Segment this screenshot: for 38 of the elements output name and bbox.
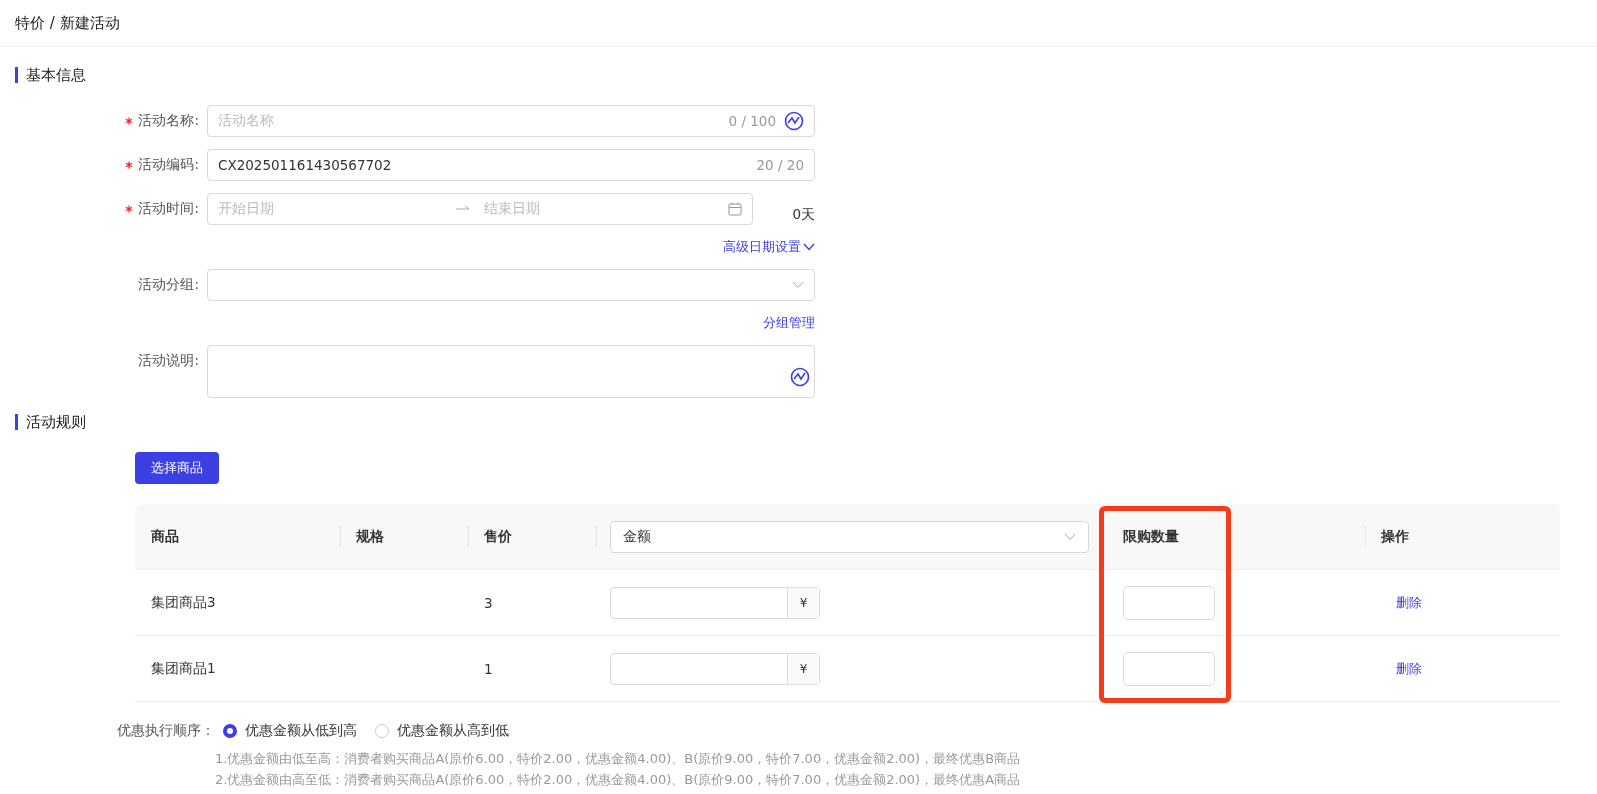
amount-input[interactable]: ¥ (610, 652, 820, 685)
column-header: 售价 (484, 527, 512, 546)
column-header: 商品 (151, 527, 179, 546)
placeholder: 结束日期 (484, 200, 540, 218)
section-title: 活动规则 (26, 412, 86, 432)
breadcrumb: 特价 / 新建活动 (15, 13, 120, 33)
group-management-link[interactable]: 分组管理 (763, 314, 815, 332)
text-field[interactable]: CX202501161430567702 20 / 20 (207, 149, 815, 181)
section-title: 基本信息 (26, 65, 86, 85)
hint-text: 1.优惠金额由低至高：消费者购买商品A(原价6.00，特价2.00，优惠金额4.00)、B(原价9.00，特价7.00，优惠金额2.00)，最终优惠B商品 (215, 750, 1022, 768)
delete-link[interactable]: 删除 (1396, 593, 1422, 612)
field-label: 活动说明: (138, 352, 199, 370)
field-label: 活动编码: (138, 156, 199, 174)
table-cell: 集团商品3 (151, 593, 216, 612)
amount-input[interactable]: ¥ (610, 586, 820, 619)
table-cell: 3 (484, 594, 493, 611)
table-cell: 集团商品1 (151, 659, 216, 678)
day-count: 0天 (792, 205, 815, 224)
field-label: 活动名称: (138, 112, 199, 130)
field-label: 活动分组: (138, 276, 199, 294)
radio-option[interactable]: 优惠金额从高到低 (375, 722, 509, 740)
field-label: 活动时间: (138, 200, 199, 218)
radio-option[interactable]: 优惠金额从低到高 (223, 722, 357, 740)
placeholder: 活动名称 (218, 112, 274, 130)
placeholder: 开始日期 (218, 200, 275, 218)
field-label: 优惠执行顺序： (117, 722, 215, 740)
select-products-button[interactable]: 选择商品 (135, 452, 219, 484)
character-counter: 20 / 20 (756, 157, 804, 173)
column-header: 规格 (356, 527, 384, 546)
hint-text: 2.优惠金额由高至低：消费者购买商品A(原价6.00，特价2.00，优惠金额4.00)、B(原价9.00，特价7.00，优惠金额2.00)，最终优惠A商品 (215, 771, 1022, 789)
table-cell: 1 (484, 660, 493, 677)
character-counter: 0 / 100 (728, 113, 776, 129)
column-header: 操作 (1381, 527, 1409, 546)
delete-link[interactable]: 删除 (1396, 659, 1422, 678)
advanced-date-settings-link[interactable]: 高级日期设置 (723, 238, 815, 256)
field-value: CX202501161430567702 (218, 157, 392, 173)
price-mode-select[interactable]: 金额 (610, 520, 1089, 553)
column-header: 限购数量 (1123, 527, 1179, 546)
